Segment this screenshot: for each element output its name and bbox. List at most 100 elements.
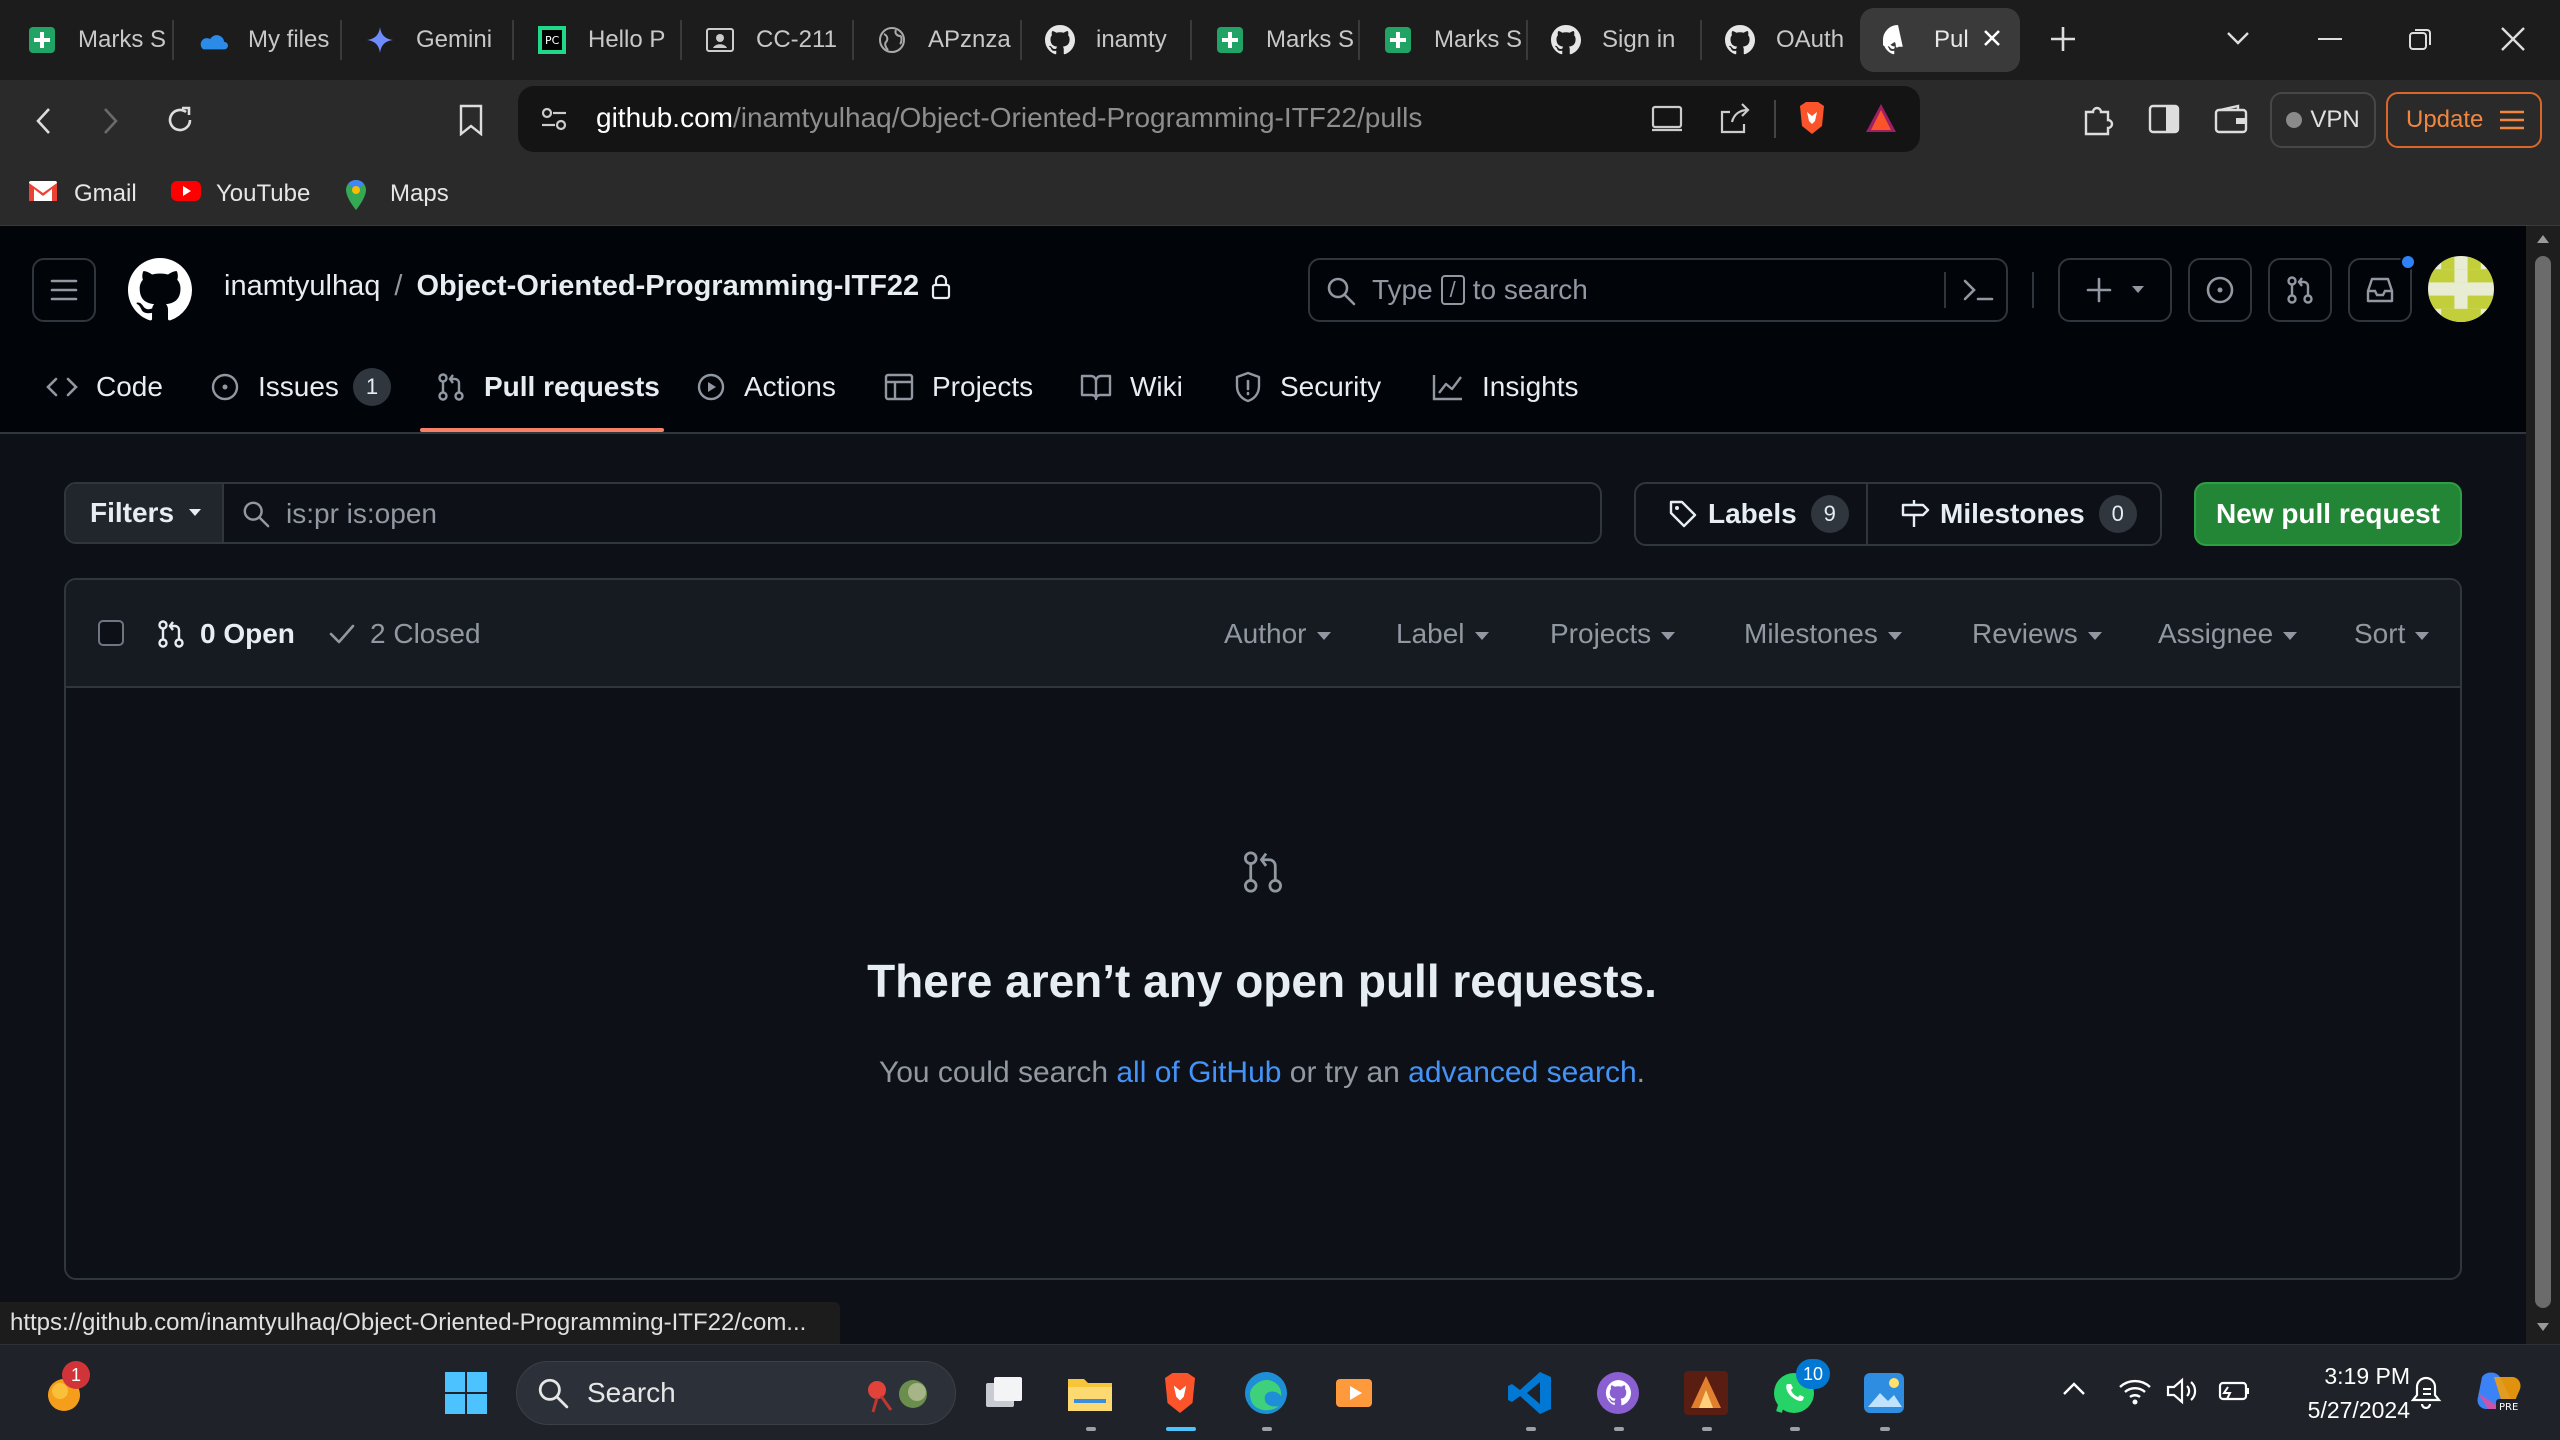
create-new-button[interactable] (2058, 258, 2172, 322)
tab-my-files[interactable]: My files (174, 8, 338, 72)
wallet-icon[interactable] (2214, 104, 2248, 134)
repo-owner-link[interactable]: inamtyulhaq (224, 270, 380, 303)
bookmark-icon[interactable] (458, 104, 484, 136)
advanced-search-link[interactable]: advanced search (1408, 1056, 1637, 1089)
brave-shields-icon[interactable] (1796, 100, 1828, 136)
filters-button[interactable]: Filters (66, 484, 224, 542)
notification-center-icon[interactable] (2410, 1375, 2442, 1409)
vscode-icon[interactable] (1506, 1369, 1554, 1417)
new-tab-icon[interactable] (2048, 24, 2078, 54)
label-dropdown[interactable]: Label (1396, 612, 1489, 656)
command-palette-icon[interactable] (1962, 278, 1994, 302)
new-pull-request-button[interactable]: New pull request (2194, 482, 2462, 546)
sidebar-icon[interactable] (2148, 104, 2180, 134)
check-icon (328, 623, 356, 645)
global-search-input[interactable]: Type / to search (1308, 258, 2008, 322)
address-bar[interactable]: github.com/inamtyulhaq/Object-Oriented-P… (518, 86, 1920, 152)
tab-pull-requests-active[interactable]: Pul (1860, 8, 2020, 72)
tab-cc-211[interactable]: CC-211 (682, 8, 850, 72)
milestones-button[interactable]: Milestones 0 (1870, 484, 2160, 544)
search-icon (1326, 276, 1356, 306)
tab-issues[interactable]: Issues 1 (210, 364, 391, 410)
tab-security[interactable]: Security (1234, 364, 1381, 410)
globe-icon (876, 24, 908, 56)
issues-button[interactable] (2188, 258, 2252, 322)
photos-icon[interactable] (1860, 1369, 1908, 1417)
task-view-icon[interactable] (980, 1369, 1028, 1417)
show-hidden-icons-chevron[interactable] (2062, 1381, 2086, 1397)
tab-oauth[interactable]: OAuth (1702, 8, 1858, 72)
back-icon[interactable] (34, 106, 52, 136)
pull-requests-button[interactable] (2268, 258, 2332, 322)
scroll-down-icon[interactable] (2536, 1322, 2550, 1332)
hamburger-icon (50, 279, 78, 301)
brave-rewards-icon[interactable] (1864, 102, 1898, 134)
close-tab-icon[interactable] (1980, 26, 2004, 50)
assignee-dropdown[interactable]: Assignee (2158, 612, 2298, 656)
cast-icon[interactable] (1650, 104, 1684, 134)
bookmark-youtube[interactable]: YouTube (170, 174, 310, 214)
reviews-dropdown[interactable]: Reviews (1972, 612, 2102, 656)
tab-projects[interactable]: Projects (884, 364, 1033, 410)
all-of-github-link[interactable]: all of GitHub (1116, 1056, 1281, 1089)
tab-inamty[interactable]: inamty (1022, 8, 1188, 72)
restore-icon[interactable] (2408, 26, 2434, 52)
closed-filter-link[interactable]: 2 Closed (328, 612, 481, 656)
tab-gemini[interactable]: Gemini (342, 8, 510, 72)
close-window-icon[interactable] (2500, 26, 2526, 52)
whatsapp-icon[interactable]: 10 (1770, 1359, 1830, 1417)
tab-code[interactable]: Code (46, 364, 163, 410)
site-settings-icon[interactable] (540, 106, 568, 132)
labels-button[interactable]: Labels 9 (1636, 484, 1868, 544)
global-menu-button[interactable] (32, 258, 96, 322)
tab-insights[interactable]: Insights (1432, 364, 1579, 410)
chevron-down-icon[interactable] (2226, 30, 2250, 46)
sort-dropdown[interactable]: Sort (2354, 612, 2430, 656)
tab-marks-1[interactable]: Marks S (4, 8, 170, 72)
page-scrollbar[interactable] (2526, 226, 2560, 1344)
repo-name-link[interactable]: Object-Oriented-Programming-ITF22 (416, 270, 919, 303)
notifications-button[interactable] (2348, 254, 2416, 322)
tab-marks-3[interactable]: Marks S (1360, 8, 1524, 72)
open-filter-link[interactable]: 0 Open (156, 612, 295, 656)
forward-icon[interactable] (102, 106, 120, 136)
tab-actions[interactable]: Actions (696, 364, 836, 410)
copilot-icon[interactable]: PRE (2474, 1369, 2524, 1417)
filter-search-input[interactable] (286, 492, 1586, 536)
vpn-button[interactable]: VPN (2270, 92, 2376, 148)
tab-apznza[interactable]: APznza (854, 8, 1018, 72)
edge-icon[interactable] (1242, 1369, 1290, 1417)
minimize-icon[interactable] (2318, 38, 2342, 42)
avatar[interactable] (2428, 256, 2494, 322)
start-button[interactable] (442, 1369, 490, 1417)
tab-wiki[interactable]: Wiki (1080, 364, 1183, 410)
game-app-icon[interactable] (1682, 1369, 1730, 1417)
scroll-thumb[interactable] (2535, 256, 2551, 1308)
select-all-checkbox[interactable] (98, 620, 124, 646)
update-button[interactable]: Update (2386, 92, 2542, 148)
media-player-icon[interactable] (1330, 1369, 1378, 1417)
bookmark-gmail[interactable]: Gmail (28, 174, 137, 214)
tab-hello-p[interactable]: PC Hello P (514, 8, 678, 72)
brave-taskbar-icon[interactable] (1156, 1369, 1204, 1417)
taskbar-search[interactable]: Search (516, 1361, 956, 1425)
tab-sign-in[interactable]: Sign in (1528, 8, 1698, 72)
tab-pull-requests[interactable]: Pull requests (436, 364, 660, 410)
github-logo-icon[interactable] (128, 258, 192, 322)
extensions-icon[interactable] (2082, 102, 2114, 136)
weather-widget[interactable]: 1 (40, 1361, 90, 1417)
wifi-icon[interactable] (2118, 1377, 2152, 1405)
share-icon[interactable] (1718, 102, 1750, 134)
author-dropdown[interactable]: Author (1224, 612, 1331, 656)
tab-marks-2[interactable]: Marks S (1192, 8, 1356, 72)
github-desktop-icon[interactable] (1594, 1369, 1642, 1417)
projects-dropdown[interactable]: Projects (1550, 612, 1676, 656)
file-explorer-icon[interactable] (1066, 1369, 1114, 1417)
milestones-dropdown[interactable]: Milestones (1744, 612, 1902, 656)
reload-icon[interactable] (164, 104, 196, 136)
system-clock[interactable]: 3:19 PM 5/27/2024 (2270, 1359, 2410, 1427)
battery-icon[interactable] (2216, 1379, 2252, 1403)
bookmark-maps[interactable]: Maps (344, 174, 449, 214)
scroll-up-icon[interactable] (2536, 234, 2550, 244)
volume-icon[interactable] (2166, 1377, 2200, 1405)
